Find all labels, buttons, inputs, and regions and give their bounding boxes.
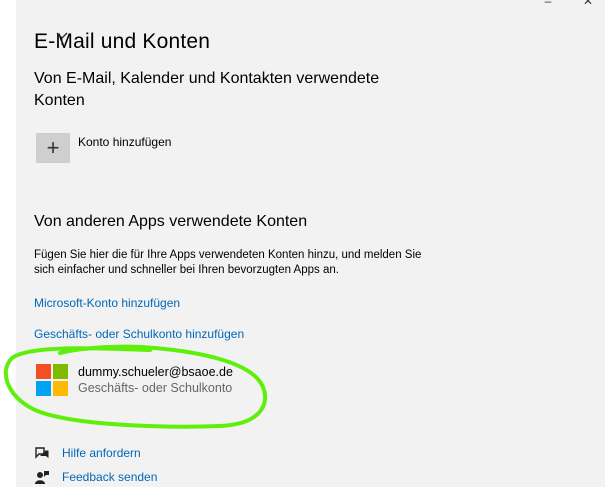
microsoft-logo-icon (36, 364, 69, 396)
add-account-button[interactable]: + (36, 133, 70, 163)
mouse-cursor-icon (56, 32, 68, 45)
add-account-label[interactable]: Konto hinzufügen (78, 135, 171, 149)
feedback-person-icon (35, 471, 49, 484)
help-row[interactable]: Hilfe anfordern (34, 446, 141, 460)
logo-square-green (53, 364, 68, 379)
logo-square-blue (36, 381, 51, 396)
minimize-button[interactable]: – (541, 0, 555, 8)
section-description: Fügen Sie hier die für Ihre Apps verwend… (34, 249, 422, 276)
close-button[interactable]: ✕ (581, 0, 595, 8)
left-strip (0, 0, 16, 487)
add-work-school-account-link[interactable]: Geschäfts- oder Schulkonto hinzufügen (34, 327, 244, 341)
feedback-row[interactable]: Feedback senden (34, 470, 157, 484)
feedback-link[interactable]: Feedback senden (62, 470, 157, 484)
plus-icon: + (46, 135, 60, 160)
account-email[interactable]: dummy.schueler@bsaoe.de (78, 365, 233, 379)
logo-square-red (36, 364, 51, 379)
section-heading-other-apps: Von anderen Apps verwendete Konten (34, 213, 308, 230)
help-link[interactable]: Hilfe anfordern (62, 446, 141, 460)
chat-help-icon (35, 447, 49, 459)
account-type: Geschäfts- oder Schulkonto (78, 381, 233, 395)
add-microsoft-account-link[interactable]: Microsoft-Konto hinzufügen (34, 296, 180, 310)
caption-controls: – ✕ (541, 0, 595, 8)
logo-square-yellow (53, 381, 68, 396)
section-heading-email-accounts: Von E-Mail, Kalender und Kontakten verwe… (34, 70, 380, 109)
